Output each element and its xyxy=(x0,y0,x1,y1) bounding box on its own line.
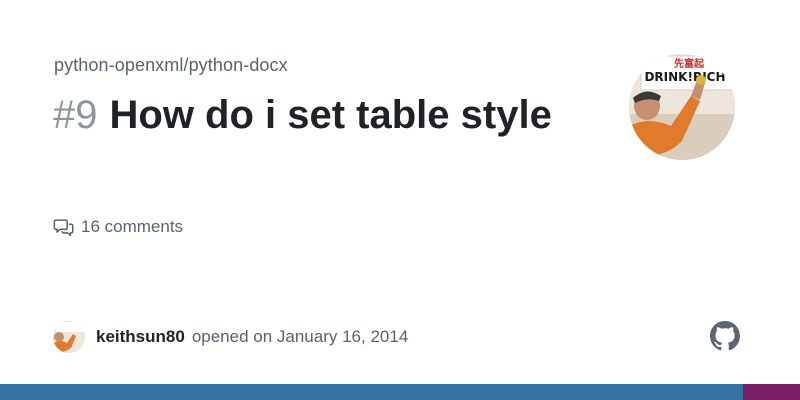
comments-count[interactable]: 16 comments xyxy=(53,216,183,238)
github-mark-icon[interactable] xyxy=(710,321,740,351)
repo-name[interactable]: python-openxml/python-docx xyxy=(54,55,288,76)
language-bar-secondary xyxy=(743,384,800,400)
issue-title: #9 How do i set table style xyxy=(53,90,573,140)
comments-label: 16 comments xyxy=(81,217,184,236)
comment-discussion-icon xyxy=(53,216,75,238)
avatar-sign-top: 先富起 xyxy=(674,57,705,70)
issue-footer: keithsun80 opened on January 16, 2014 xyxy=(53,321,408,353)
issue-number: #9 xyxy=(53,93,98,137)
issue-title-text: How do i set table style xyxy=(109,93,552,137)
author-avatar-large: 先富起 DRINK!RICH xyxy=(629,54,735,160)
language-bar-primary xyxy=(0,384,743,400)
avatar-sign-bottom: DRINK!RICH xyxy=(644,70,725,84)
opened-date: opened on January 16, 2014 xyxy=(191,327,409,346)
author-username[interactable]: keithsun80 xyxy=(96,327,185,347)
author-avatar[interactable] xyxy=(53,321,85,353)
